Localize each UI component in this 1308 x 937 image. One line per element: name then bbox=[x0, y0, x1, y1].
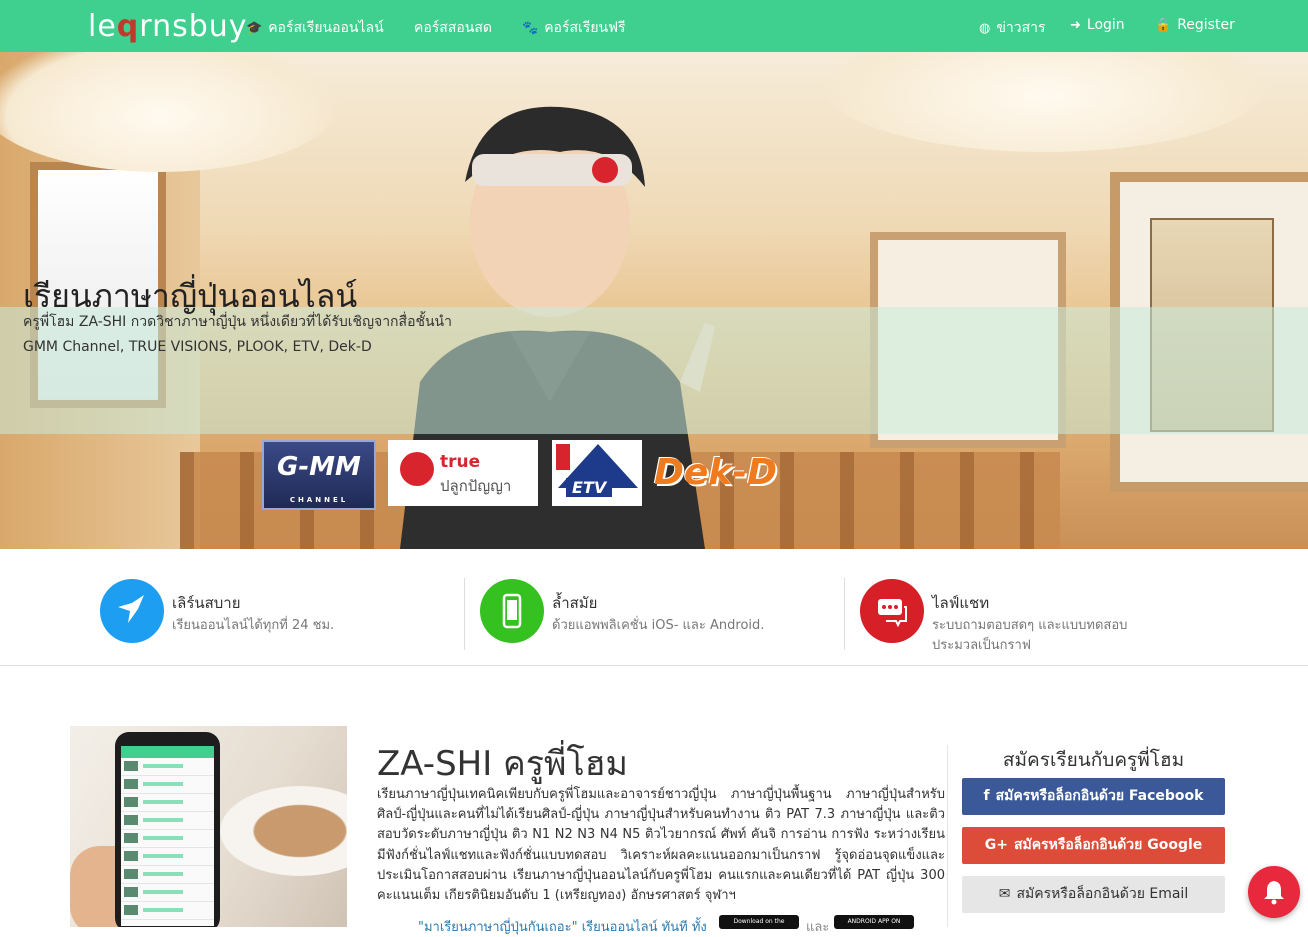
google-login-button[interactable]: G+ สมัครหรือล็อกอินด้วย Google bbox=[962, 827, 1225, 864]
dek-d-logo: Dek-D bbox=[654, 452, 778, 493]
paw-icon: 🐾 bbox=[522, 21, 539, 36]
nav-online-courses[interactable]: 🎓 คอร์สเรียนออนไลน์ bbox=[246, 17, 384, 39]
google-plus-icon: G+ bbox=[984, 837, 1008, 853]
nav-register[interactable]: 🔒 Register bbox=[1155, 17, 1235, 33]
register-title: สมัครเรียนกับครูพี่โฮม bbox=[1002, 749, 1185, 771]
true-plook-logo: true ปลูกปัญญา bbox=[388, 440, 538, 506]
hero-lamp bbox=[0, 52, 340, 172]
mobile-icon bbox=[480, 579, 544, 643]
graduation-cap-icon: 🎓 bbox=[246, 21, 263, 36]
hero-subtitle: ครูพี่โฮม ZA-SHI กวดวิชาภาษาญี่ปุ่น หนึ่… bbox=[23, 314, 452, 355]
facebook-icon: f bbox=[983, 788, 990, 804]
hero-banner: เรียนภาษาญี่ปุ่นออนไลน์ ครูพี่โฮม ZA-SHI… bbox=[0, 52, 1308, 549]
lock-icon: 🔒 bbox=[1155, 18, 1172, 33]
feature-divider bbox=[844, 578, 845, 650]
tree-icon bbox=[400, 452, 434, 486]
bird-icon bbox=[100, 579, 164, 643]
app-on-phone-image bbox=[70, 726, 347, 927]
column-divider bbox=[947, 745, 948, 927]
top-navbar: leqrnsbuy 🎓 คอร์สเรียนออนไลน์ คอร์สสอนสด … bbox=[0, 0, 1308, 52]
nav-news[interactable]: ◍ ข่าวสาร bbox=[979, 17, 1046, 39]
feature-strip: เลิร์นสบาย เรียนออนไลน์ได้ทุกที่ 24 ชม. … bbox=[0, 549, 1308, 666]
etv-logo: ETV bbox=[552, 440, 642, 506]
globe-icon: ◍ bbox=[979, 21, 991, 36]
nav-live-courses[interactable]: คอร์สสอนสด bbox=[414, 17, 492, 39]
bell-icon bbox=[1264, 881, 1284, 905]
chat-icon bbox=[860, 579, 924, 643]
facebook-login-button[interactable]: f สมัครหรือล็อกอินด้วย Facebook bbox=[962, 778, 1225, 815]
teacher-bio: เรียนภาษาญี่ปุ่นเทคนิคเพียบกับครูพี่โฮมแ… bbox=[377, 787, 945, 904]
gmm-channel-logo: G-MM CHANNEL bbox=[262, 440, 376, 510]
feature-divider bbox=[464, 578, 465, 650]
nav-free-courses[interactable]: 🐾 คอร์สเรียนฟรี bbox=[522, 17, 626, 39]
hero-lamp bbox=[820, 52, 1270, 152]
sign-in-icon: ➜ bbox=[1070, 18, 1081, 33]
notification-bell-button[interactable] bbox=[1248, 866, 1300, 918]
email-login-button[interactable]: ✉ สมัครหรือล็อกอินด้วย Email bbox=[962, 876, 1225, 913]
site-logo[interactable]: leqrnsbuy bbox=[88, 9, 248, 44]
teacher-heading: ZA-SHI ครูพี่โฮม bbox=[377, 744, 628, 784]
nav-login[interactable]: ➜ Login bbox=[1070, 17, 1125, 33]
envelope-icon: ✉ bbox=[998, 886, 1011, 902]
